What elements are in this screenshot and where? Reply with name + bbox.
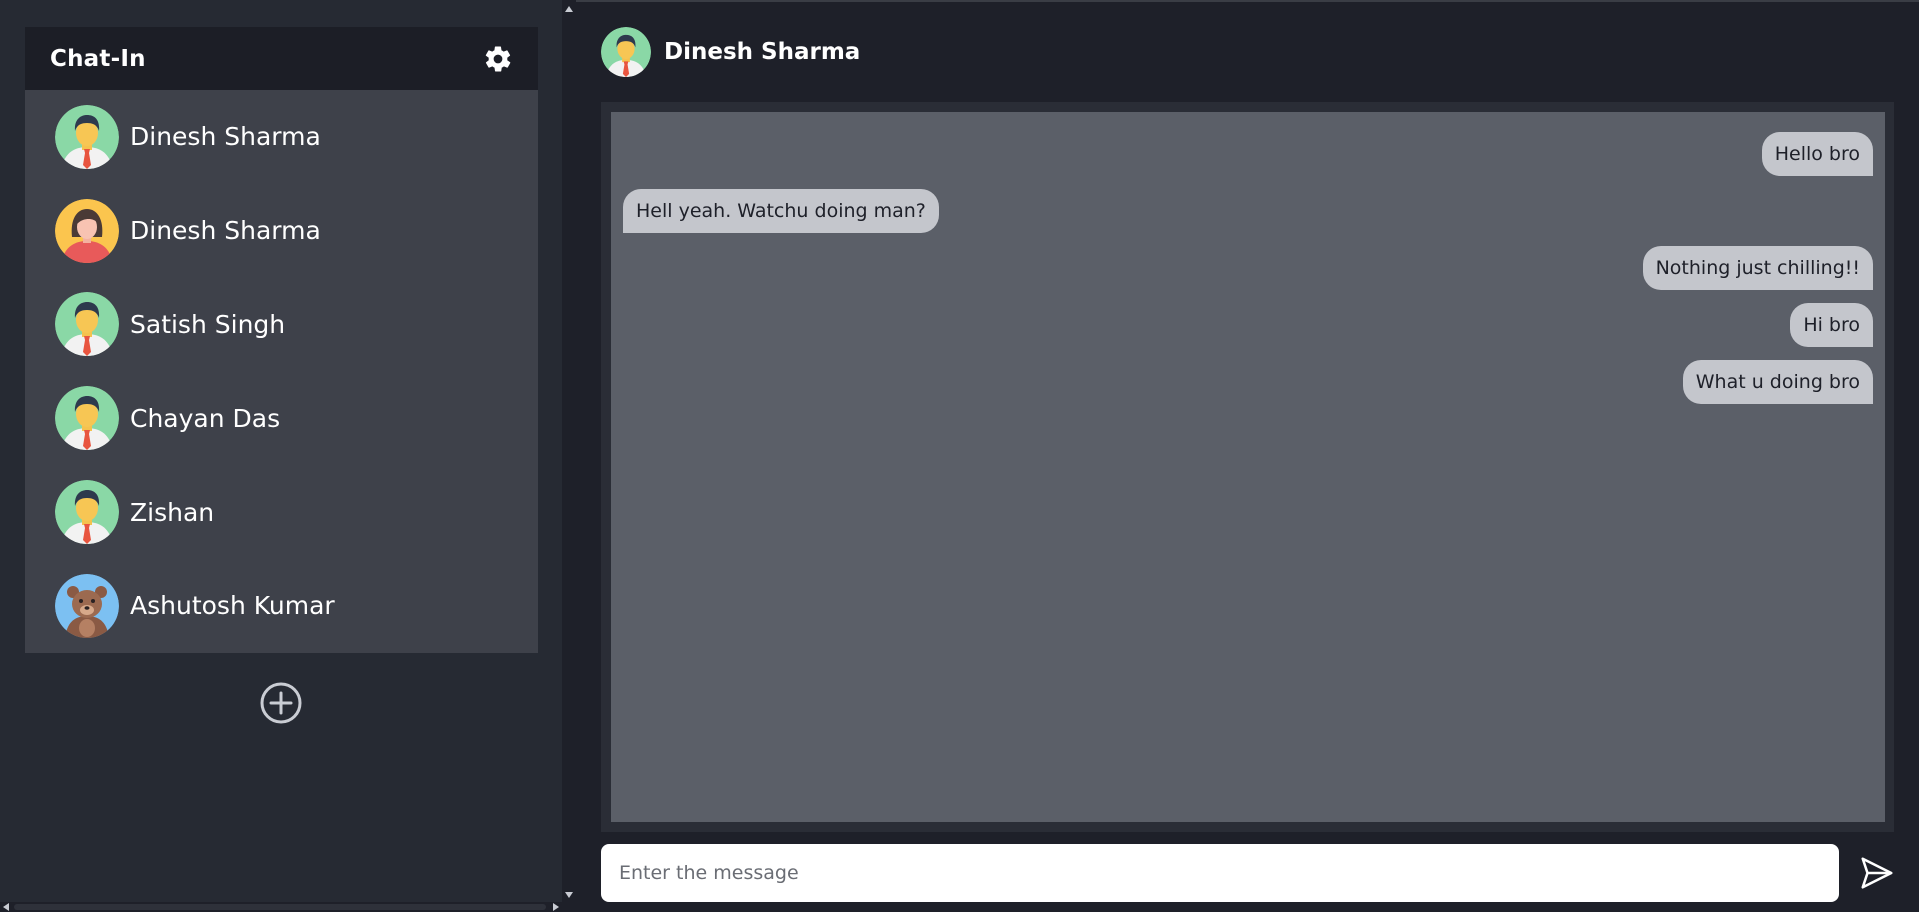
chat-panel: Hello bro Hell yeah. Watchu doing man? N…: [601, 102, 1894, 832]
avatar: [55, 574, 119, 638]
contact-name: Zishan: [130, 497, 215, 527]
scroll-up-arrow-icon[interactable]: [565, 6, 573, 12]
chat-header: Dinesh Sharma: [601, 27, 860, 77]
avatar: [55, 199, 119, 263]
contact-name: Satish Singh: [130, 309, 286, 339]
contact-name: Ashutosh Kumar: [130, 591, 335, 621]
message-bubble-sent: Hi bro: [1790, 303, 1873, 347]
sidebar-header: Chat-In: [25, 27, 538, 90]
contact-name: Chayan Das: [130, 403, 281, 433]
avatar: [55, 480, 119, 544]
contact-item[interactable]: Satish Singh: [25, 278, 538, 372]
gear-icon[interactable]: [483, 44, 513, 74]
sidebar: Chat-In Dinesh Sharma Dinesh Sharma Sati…: [0, 0, 562, 912]
chat-contact-name: Dinesh Sharma: [664, 39, 861, 65]
scroll-left-arrow-icon[interactable]: [3, 903, 9, 911]
avatar: [55, 292, 119, 356]
message-list[interactable]: Hello bro Hell yeah. Watchu doing man? N…: [611, 112, 1885, 822]
scroll-down-arrow-icon[interactable]: [565, 892, 573, 898]
add-chat-button[interactable]: [259, 681, 303, 725]
send-icon: [1861, 857, 1893, 889]
avatar: [55, 386, 119, 450]
vertical-scrollbar[interactable]: [562, 0, 576, 912]
contact-name: Dinesh Sharma: [130, 122, 321, 152]
message-bubble-received: Hell yeah. Watchu doing man?: [623, 189, 939, 233]
app-title: Chat-In: [50, 45, 146, 72]
contact-item[interactable]: Zishan: [25, 465, 538, 559]
contact-name: Dinesh Sharma: [130, 216, 321, 246]
contact-item[interactable]: Chayan Das: [25, 371, 538, 465]
chat-app: Chat-In Dinesh Sharma Dinesh Sharma Sati…: [0, 0, 1919, 912]
contact-item[interactable]: Ashutosh Kumar: [25, 559, 538, 653]
scrollbar-thumb[interactable]: [14, 904, 546, 910]
avatar: [601, 27, 651, 77]
horizontal-scrollbar[interactable]: [0, 902, 562, 912]
message-input[interactable]: [601, 844, 1839, 902]
message-bubble-sent: Nothing just chilling!!: [1642, 246, 1873, 290]
contact-list: Dinesh Sharma Dinesh Sharma Satish Singh…: [25, 90, 538, 653]
avatar: [55, 105, 119, 169]
send-button[interactable]: [1858, 854, 1896, 892]
plus-circle-icon: [260, 682, 302, 724]
message-bubble-sent: What u doing bro: [1682, 360, 1873, 404]
scroll-right-arrow-icon[interactable]: [553, 903, 559, 911]
contact-item[interactable]: Dinesh Sharma: [25, 184, 538, 278]
contact-item[interactable]: Dinesh Sharma: [25, 90, 538, 184]
message-bubble-sent: Hello bro: [1761, 132, 1873, 176]
